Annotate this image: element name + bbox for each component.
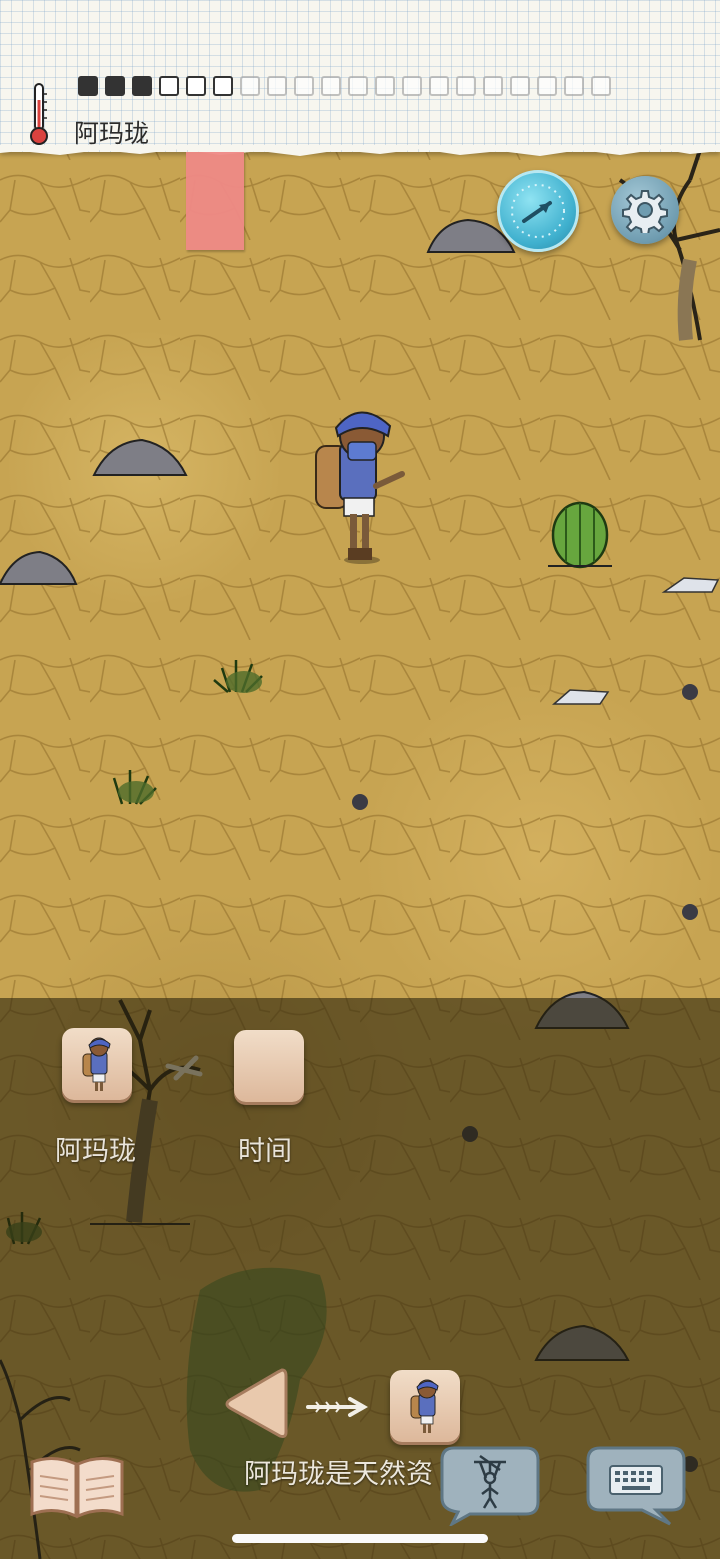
time-slot <box>78 76 98 96</box>
time-slot <box>213 76 233 96</box>
back-arrow-button[interactable] <box>224 1366 288 1442</box>
time-slot <box>267 76 287 96</box>
character-portrait-icon <box>82 1037 111 1091</box>
time-slot <box>483 76 503 96</box>
time-slot <box>321 76 341 96</box>
time-slot <box>105 76 125 96</box>
time-slot <box>591 76 611 96</box>
thermometer-icon <box>30 83 48 145</box>
time-slot <box>564 76 584 96</box>
time-slot <box>456 76 476 96</box>
location-name: 阿玛珑 <box>74 119 150 148</box>
character-portrait-icon <box>410 1379 439 1433</box>
time-slot <box>510 76 530 96</box>
time-slot <box>429 76 449 96</box>
time-slot <box>375 76 395 96</box>
time-slot <box>348 76 368 96</box>
pebble[interactable] <box>352 794 368 810</box>
open-book-icon[interactable] <box>28 1454 126 1520</box>
relation-arrow-icon <box>306 1397 368 1417</box>
keyboard-button[interactable] <box>586 1444 686 1526</box>
keyboard-icon <box>609 1465 663 1495</box>
bookmark-tab[interactable] <box>186 152 244 250</box>
time-slot <box>132 76 152 96</box>
card-time[interactable] <box>234 1030 304 1102</box>
compass-icon <box>511 184 565 238</box>
pebble[interactable] <box>682 904 698 920</box>
sentence-text: 阿玛珑是天然资 <box>244 1459 433 1490</box>
time-slot <box>402 76 422 96</box>
puppet-button[interactable] <box>440 1444 540 1526</box>
time-slot <box>294 76 314 96</box>
time-of-day-tracker <box>78 76 611 96</box>
pebble[interactable] <box>682 684 698 700</box>
gear-icon <box>622 190 668 233</box>
card-label-amalong: 阿玛珑 <box>55 1136 136 1167</box>
card-subject-player[interactable] <box>390 1370 460 1442</box>
time-slot <box>186 76 206 96</box>
time-slot <box>159 76 179 96</box>
card-amalong[interactable] <box>62 1028 132 1100</box>
home-indicator[interactable] <box>232 1534 488 1543</box>
card-label-time: 时间 <box>238 1136 292 1167</box>
time-slot <box>537 76 557 96</box>
settings-button[interactable] <box>611 176 679 244</box>
game-screen: 阿玛珑 阿玛珑 时间 阿玛珑是天然资 <box>0 0 720 1559</box>
time-slot <box>240 76 260 96</box>
compass-button[interactable] <box>497 170 579 252</box>
